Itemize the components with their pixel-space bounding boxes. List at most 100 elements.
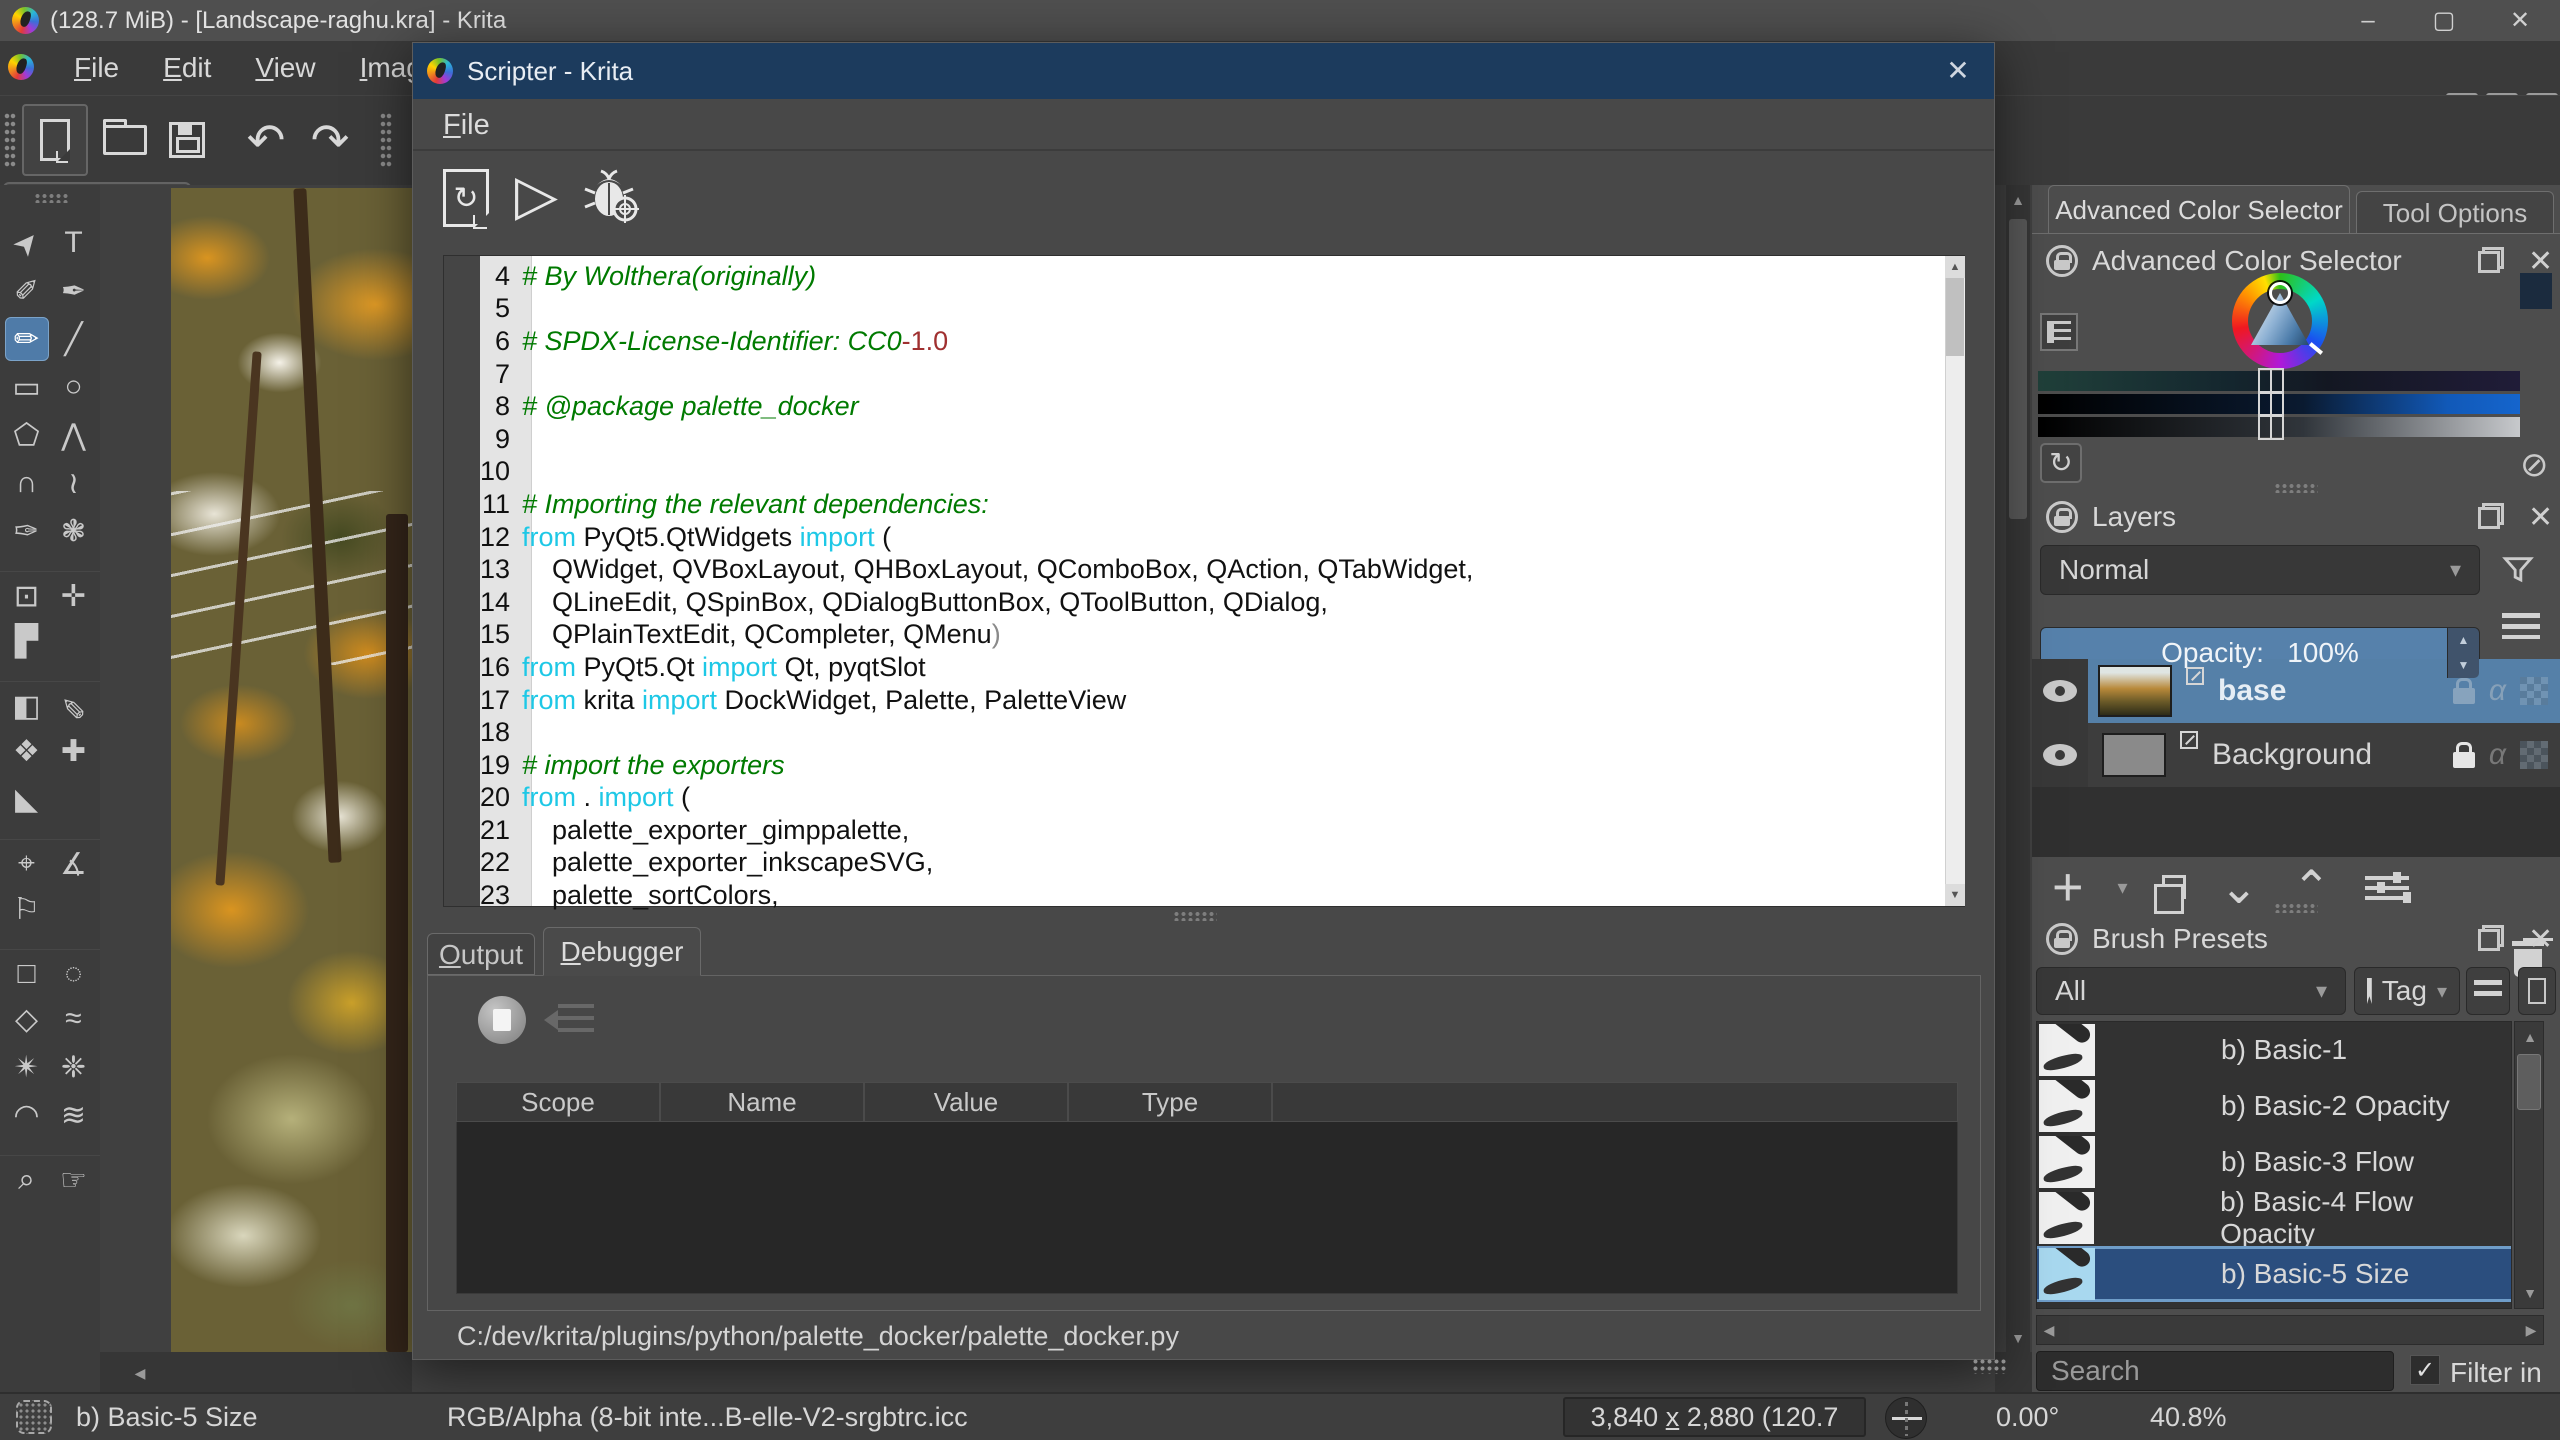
opacity-slider[interactable]: Opacity: 100% ▲ ▼ [2040,627,2480,679]
code-line-6[interactable]: 6# SPDX-License-Identifier: CC0-1.0 [444,325,1964,358]
layer-name[interactable]: base [2218,674,2286,708]
alpha-lock-icon[interactable]: α [2489,674,2506,708]
tool-ellipse-select[interactable]: ◌ [52,952,96,996]
inherit-alpha-icon[interactable] [2520,741,2548,769]
spin-down-icon[interactable]: ▼ [2448,653,2479,678]
toolbar-drag-handle[interactable] [4,112,16,168]
selection-status-icon[interactable] [16,1400,52,1434]
scroll-down-icon[interactable]: ▼ [2517,1280,2543,1306]
tool-polygon[interactable]: ⬠ [5,413,49,457]
code-line-10[interactable]: 10 [444,456,1964,489]
save-button[interactable] [162,120,212,160]
color-slider-2[interactable] [2038,394,2520,414]
preset-vscroll-thumb[interactable] [2517,1054,2541,1110]
preset-hscroll[interactable]: ◀ ▶ [2036,1315,2544,1345]
scroll-up-icon[interactable]: ▲ [1945,256,1965,278]
code-line-12[interactable]: 12from PyQt5.QtWidgets import ( [444,521,1964,554]
duplicate-layer-button[interactable] [2162,875,2186,899]
color-history-button[interactable]: ↻ [2040,443,2082,483]
step-over-button[interactable] [544,1002,594,1038]
layer-thumbnail[interactable] [2102,733,2166,777]
move-layer-down-button[interactable]: ⌄ [2220,872,2259,902]
layer-properties-button[interactable] [2365,872,2409,902]
code-line-9[interactable]: 9 [444,423,1964,456]
menu-item-view[interactable]: View [255,52,315,84]
filter-in-tag-checkbox[interactable]: ✓ [2410,1355,2440,1385]
tool-measure[interactable]: ∡ [52,842,96,886]
scroll-up-icon[interactable]: ▲ [2517,1024,2543,1050]
tab-debugger[interactable]: Debugger [543,927,701,976]
tool-pan[interactable]: ☞ [52,1158,96,1202]
scroll-down-icon[interactable]: ▼ [1945,884,1965,906]
tool-pattern-edit[interactable]: ❖ [5,729,49,773]
editor-scroll-thumb[interactable] [1946,278,1964,356]
color-selector-settings-button[interactable] [2040,313,2078,351]
spin-up-icon[interactable]: ▲ [2448,628,2479,653]
toolbox-drag-handle[interactable] [34,193,68,203]
preset-display-mode-button[interactable] [2466,967,2510,1015]
brush-preset-row[interactable]: b) Basic-4 Flow Opacity [2037,1190,2511,1246]
layer-visibility-toggle[interactable] [2032,723,2088,787]
tool-assistants[interactable]: ⌖ [5,842,49,886]
docker-float-icon[interactable] [2478,247,2504,273]
code-line-14[interactable]: 14 QLineEdit, QSpinBox, QDialogButtonBox… [444,586,1964,619]
open-document-button[interactable] [98,120,152,160]
scroll-left-icon[interactable]: ◀ [128,1360,152,1386]
debugger-column-value[interactable]: Value [864,1082,1068,1122]
docker-float-icon[interactable] [2478,503,2504,529]
canvas-rotation-gauge[interactable] [1885,1397,1927,1439]
tool-crop[interactable]: ▛ [5,619,49,663]
code-line-23[interactable]: 23 palette_sortColors, [444,879,1964,912]
tag-button[interactable]: Tag ▾ [2354,967,2460,1015]
lock-icon[interactable] [2453,688,2475,704]
tool-similar-select[interactable]: ❈ [52,1045,96,1089]
tool-zoom[interactable]: ⌕ [5,1158,49,1202]
blend-mode-dropdown[interactable]: Normal ▾ [2040,545,2480,595]
tool-text[interactable]: T [52,221,96,265]
code-line-17[interactable]: 17from krita import DockWidget, Palette,… [444,684,1964,717]
tool-dynamic-brush[interactable]: ✑ [5,509,49,553]
code-line-21[interactable]: 21 palette_exporter_gimppalette, [444,814,1964,847]
canvas-vscroll-thumb[interactable] [2009,219,2027,519]
close-button[interactable]: ✕ [2482,0,2558,41]
tool-bezier-select[interactable]: ◠ [5,1093,49,1137]
add-layer-dropdown-icon[interactable]: ▾ [2118,875,2128,900]
alpha-lock-icon[interactable]: α [2489,738,2506,772]
tab-tool-options[interactable]: Tool Options [2356,191,2554,233]
layer-options-menu-icon[interactable] [2502,613,2540,639]
new-script-button[interactable]: ↻ [443,169,489,227]
docker-lock-icon[interactable] [2046,923,2078,955]
brush-preset-row[interactable]: b) Basic-1 [2037,1022,2511,1078]
debug-script-button[interactable] [581,165,643,232]
code-line-15[interactable]: 15 QPlainTextEdit, QCompleter, QMenu) [444,619,1964,652]
scroll-right-icon[interactable]: ▶ [2519,1317,2543,1343]
tool-color-sampler[interactable]: ✎ [52,684,96,728]
tool-multibrush[interactable]: ❃ [52,509,96,553]
docker-lock-icon[interactable] [2046,245,2078,277]
color-slider-1[interactable] [2038,371,2520,391]
minimize-button[interactable]: – [2330,0,2406,41]
scroll-left-icon[interactable]: ◀ [2037,1317,2061,1343]
code-line-4[interactable]: 4# By Wolthera(originally) [444,260,1964,293]
tool-freehand-path[interactable]: ≀ [52,461,96,505]
tool-gradient[interactable]: ◧ [5,684,49,728]
tool-fill[interactable]: ◣ [5,777,49,821]
tool-transform[interactable]: ⊡ [5,574,49,618]
no-color-icon[interactable]: ⊘ [2520,445,2549,485]
tool-move[interactable]: ✛ [52,574,96,618]
layer-name[interactable]: Background [2212,738,2372,772]
scripter-close-icon[interactable]: ✕ [1938,43,1978,99]
preset-config-button[interactable] [2518,967,2556,1015]
maximize-button[interactable]: ▢ [2406,0,2482,41]
brush-preset-row[interactable]: b) Basic-3 Flow [2037,1134,2511,1190]
canvas-horizontal-scrollbar[interactable]: ◀ [100,1352,412,1392]
docker-lock-icon[interactable] [2046,501,2078,533]
current-color-swatch[interactable] [2520,273,2552,309]
code-line-19[interactable]: 19# import the exporters [444,749,1964,782]
menu-item-edit[interactable]: Edit [163,52,211,84]
scroll-down-icon[interactable]: ▼ [2006,1325,2030,1351]
layer-filter-button[interactable] [2490,546,2546,594]
canvas-painting[interactable] [171,188,412,1352]
code-line-7[interactable]: 7 [444,358,1964,391]
tool-polygon-select[interactable]: ◇ [5,997,49,1041]
